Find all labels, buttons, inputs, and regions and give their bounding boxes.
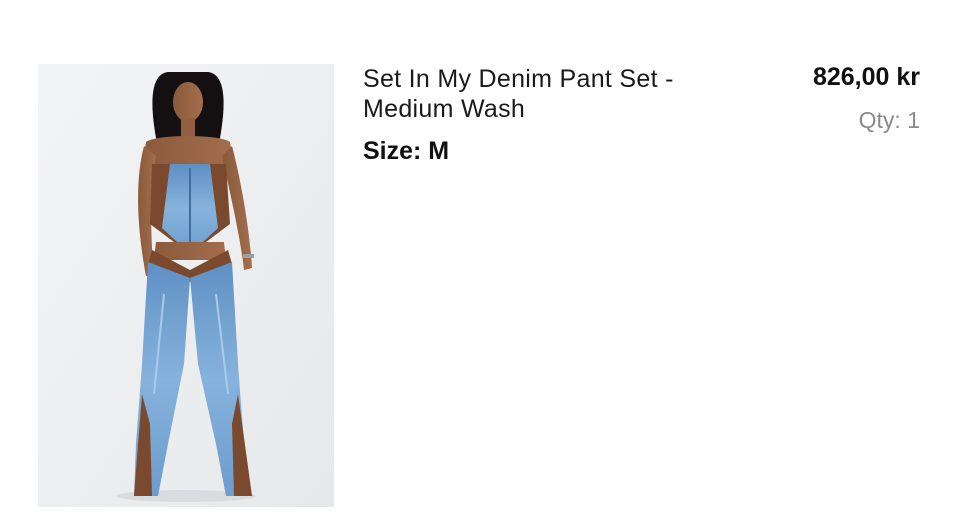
- product-price: 826,00 kr: [812, 63, 920, 91]
- price-block: 826,00 kr Qty: 1: [813, 62, 920, 134]
- product-photo-illustration: [38, 64, 334, 507]
- product-size: Size: M: [363, 137, 450, 165]
- cart-item: Set In My Denim Pant Set - Medium Wash S…: [0, 0, 960, 529]
- product-quantity: Qty: 1: [858, 107, 920, 133]
- product-title[interactable]: Set In My Denim Pant Set - Medium Wash: [363, 64, 723, 124]
- product-details: Set In My Denim Pant Set - Medium Wash S…: [363, 64, 723, 166]
- product-image[interactable]: [38, 64, 334, 507]
